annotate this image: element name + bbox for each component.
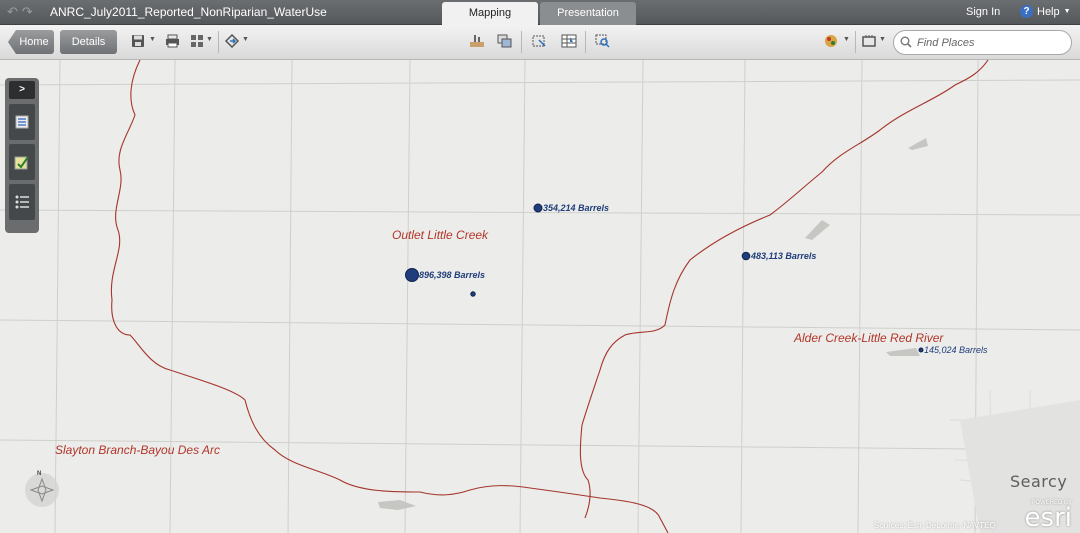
measure-menu-chevron-icon[interactable]: ▼	[879, 36, 886, 43]
undo-redo-group: ↶ ↷	[7, 5, 33, 19]
edit-icon[interactable]	[9, 144, 35, 180]
home-button[interactable]: Home	[8, 30, 54, 54]
compass-icon	[29, 477, 55, 503]
water-use-point-145024[interactable]	[918, 347, 924, 353]
esri-logo[interactable]: POWERED BY esri	[1018, 500, 1072, 532]
undo-icon[interactable]: ↶	[7, 5, 18, 19]
zoom-selection-icon[interactable]	[595, 34, 611, 50]
toolbar-divider	[855, 31, 856, 53]
search-input[interactable]	[917, 34, 1065, 51]
barrels-label: 483,113 Barrels	[751, 251, 817, 261]
title-bar: ↶ ↷ ANRC_July2011_Reported_NonRiparian_W…	[0, 0, 1080, 25]
barrels-label: 896,398 Barrels	[419, 270, 486, 280]
water-use-point-896398[interactable]	[405, 268, 419, 282]
watershed-label-alder-creek: Alder Creek-Little Red River	[794, 331, 944, 345]
north-label: N	[37, 471, 42, 477]
water-use-point-354214[interactable]	[533, 203, 543, 213]
tab-presentation[interactable]: Presentation	[540, 2, 636, 25]
water-use-point-small[interactable]	[470, 291, 476, 297]
chevron-down-icon: ▼	[1063, 8, 1071, 15]
app-window: ↶ ↷ ANRC_July2011_Reported_NonRiparian_W…	[0, 0, 1080, 533]
map-canvas	[0, 60, 1080, 533]
find-places-search[interactable]	[893, 30, 1072, 55]
add-data-icon[interactable]	[469, 34, 485, 50]
barrels-label: 354,214 Barrels	[543, 203, 610, 213]
watershed-boundaries	[110, 60, 989, 533]
layers-icon[interactable]	[497, 34, 513, 50]
city-label-searcy: Searcy	[1010, 472, 1068, 491]
toolbar-divider	[521, 31, 522, 53]
help-icon: ?	[1020, 5, 1033, 18]
save-menu-chevron-icon[interactable]: ▼	[149, 36, 156, 43]
redo-icon[interactable]: ↷	[22, 5, 33, 19]
side-toolbar: >	[5, 78, 39, 233]
search-icon	[900, 36, 912, 48]
toolbar-divider	[218, 31, 219, 53]
toolbar: Home Details ▼ ▼ ▼ ▼ ▼ Find Places	[0, 25, 1080, 60]
road-grid	[0, 60, 1080, 533]
details-button[interactable]: Details	[60, 30, 117, 54]
expand-panel-button[interactable]: >	[9, 81, 35, 99]
toolbar-divider	[585, 31, 586, 53]
navigation-compass[interactable]	[25, 473, 59, 507]
map-view[interactable]: Outlet Little Creek Alder Creek-Little R…	[0, 60, 1080, 533]
watershed-label-slayton-branch: Slayton Branch-Bayou Des Arc	[55, 443, 220, 457]
esri-wordmark: esri	[1024, 503, 1072, 533]
layout-icon[interactable]	[189, 34, 205, 50]
app-title: ANRC_July2011_Reported_NonRiparian_Water…	[50, 5, 327, 19]
table-icon[interactable]	[561, 34, 577, 50]
share-menu-chevron-icon[interactable]: ▼	[242, 36, 249, 43]
measure-icon[interactable]	[861, 34, 877, 50]
save-icon[interactable]	[130, 34, 146, 50]
share-icon[interactable]	[224, 33, 240, 50]
legend-icon[interactable]	[9, 184, 35, 220]
help-menu[interactable]: ? Help ▼	[1020, 5, 1071, 18]
basemap-menu-chevron-icon[interactable]: ▼	[843, 36, 850, 43]
basemap-icon[interactable]	[824, 34, 840, 50]
tab-bar: Mapping Presentation	[442, 2, 636, 25]
tab-mapping[interactable]: Mapping	[442, 2, 538, 25]
help-label: Help	[1037, 5, 1060, 18]
layout-menu-chevron-icon[interactable]: ▼	[206, 36, 213, 43]
barrels-label: 145,024 Barrels	[924, 345, 988, 355]
layer-list-icon[interactable]	[9, 104, 35, 140]
select-icon[interactable]	[531, 34, 547, 50]
watershed-label-outlet-little-creek: Outlet Little Creek	[392, 228, 489, 242]
water-use-point-483113[interactable]	[741, 251, 751, 261]
map-attribution: Sources: Esri, DeLorme, NAVTEQ	[874, 521, 996, 530]
sign-in-link[interactable]: Sign In	[966, 6, 1000, 18]
print-icon[interactable]	[164, 34, 180, 50]
